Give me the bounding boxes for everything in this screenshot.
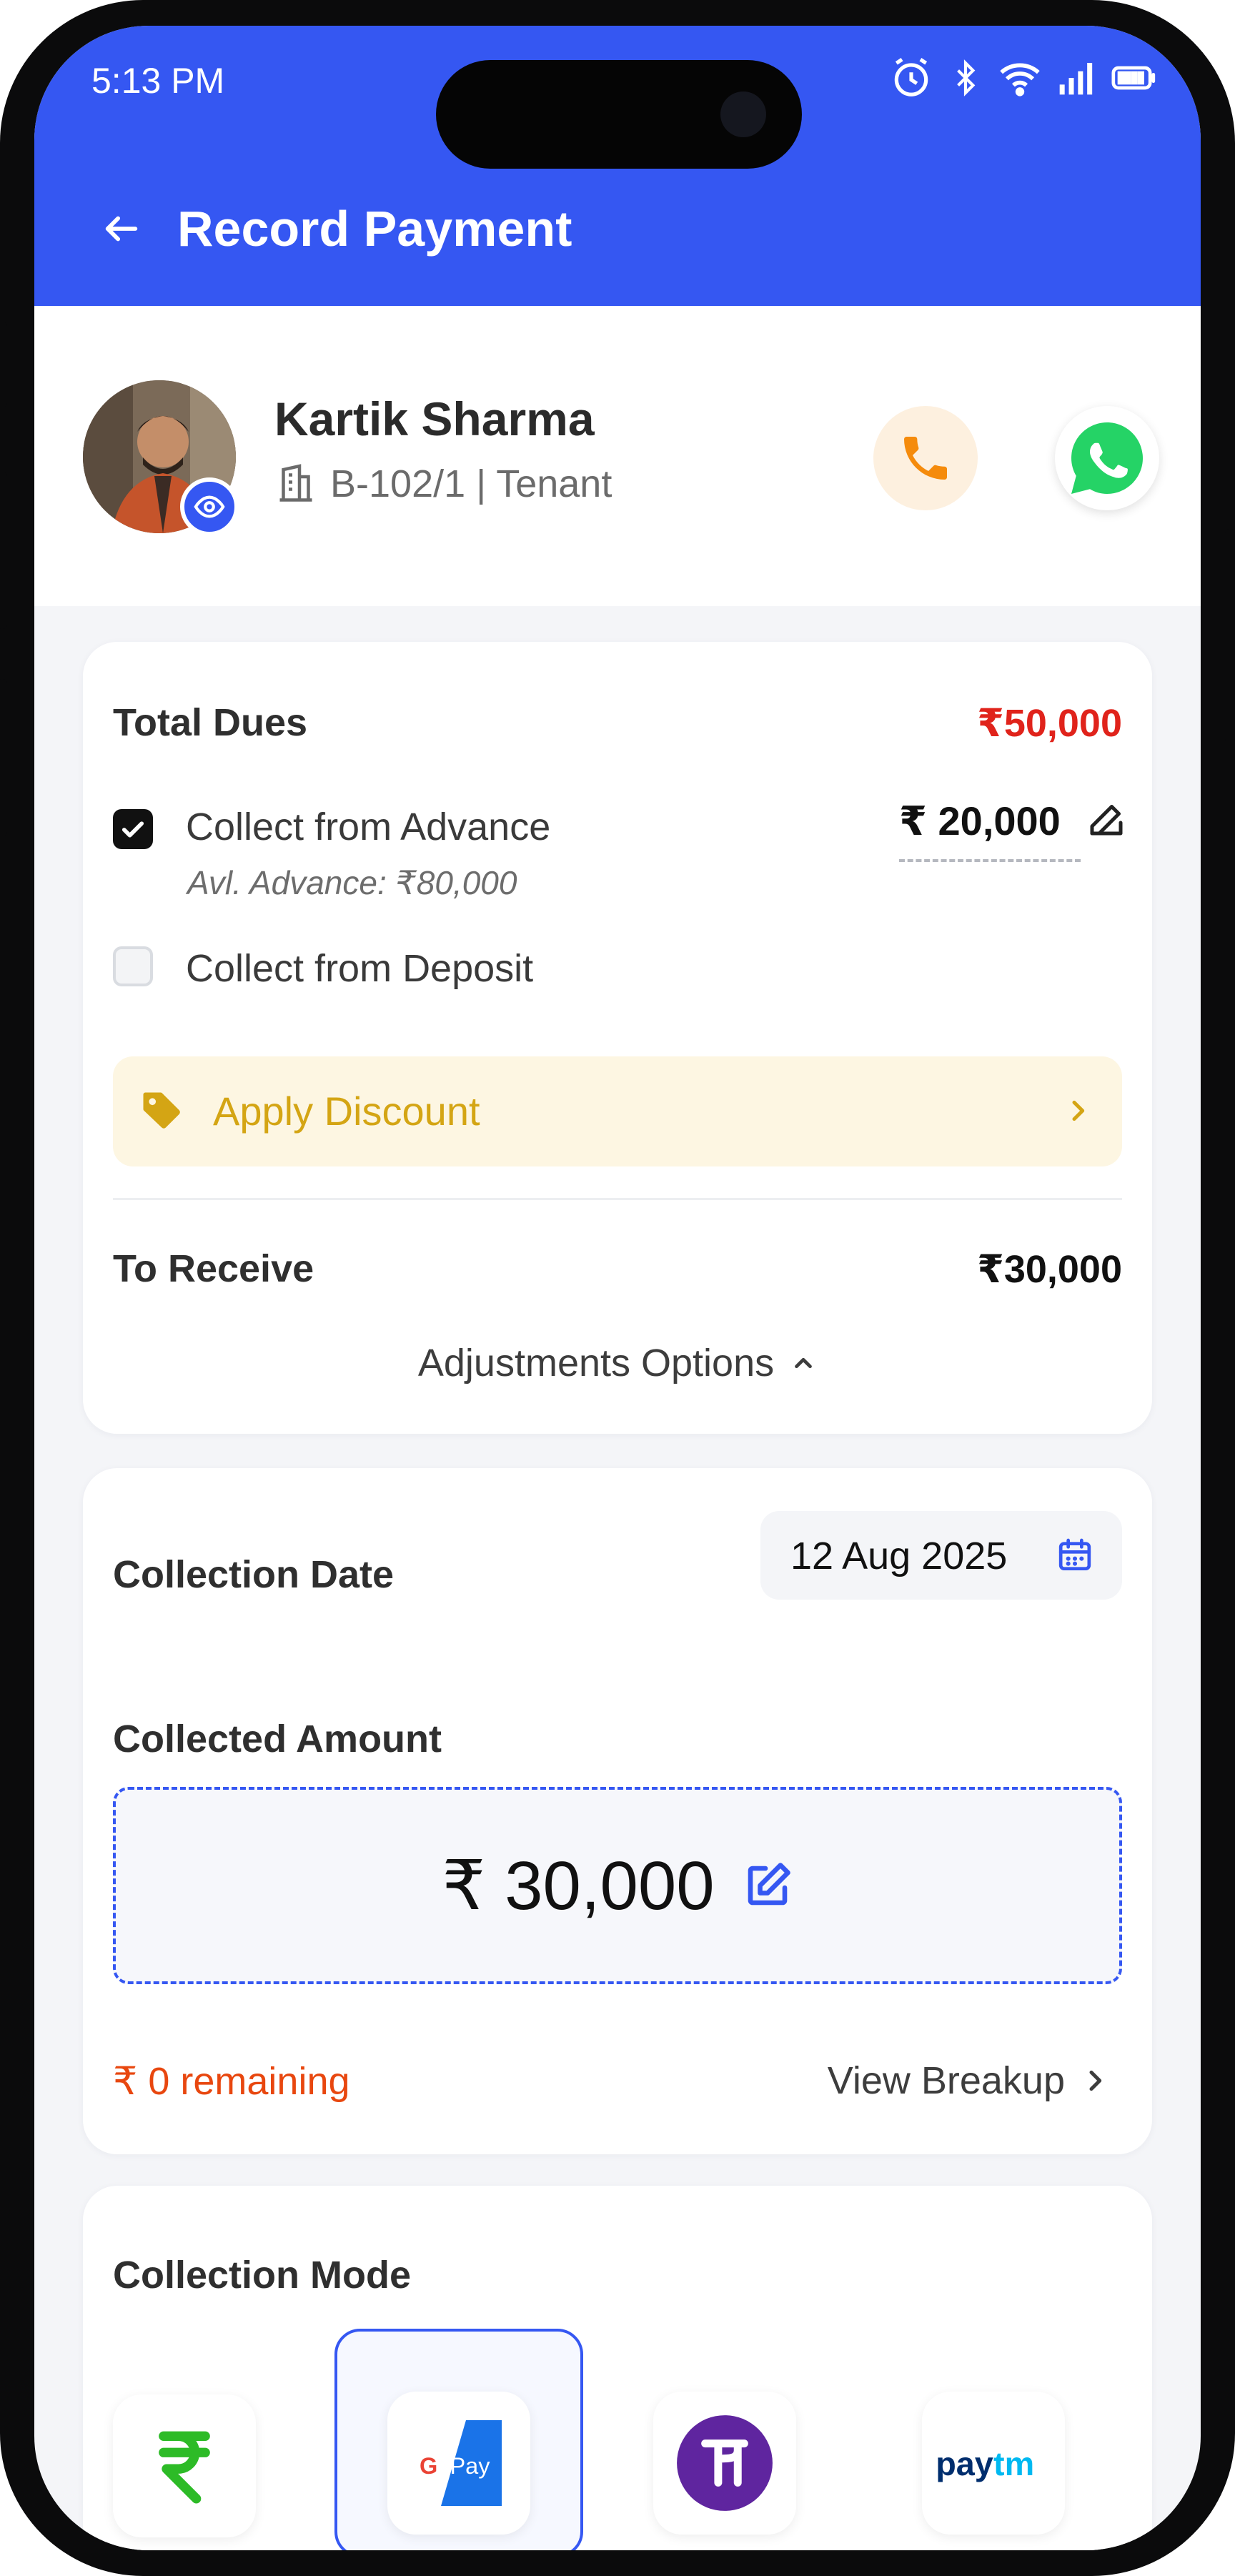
action-button bbox=[0, 322, 7, 407]
svg-text:Pay: Pay bbox=[450, 2453, 491, 2479]
advance-amount: ₹ 20,000 bbox=[899, 798, 1061, 843]
whatsapp-icon bbox=[1071, 422, 1143, 494]
phone-icon bbox=[904, 437, 947, 480]
edit-icon[interactable] bbox=[742, 1860, 793, 1911]
divider bbox=[113, 1198, 1122, 1200]
chevron-right-icon bbox=[1072, 1100, 1085, 1121]
apply-discount-button[interactable]: Apply Discount bbox=[113, 1056, 1122, 1166]
to-receive-label: To Receive bbox=[113, 1247, 314, 1290]
total-dues-value: ₹50,000 bbox=[977, 702, 1122, 745]
advance-checkbox[interactable] bbox=[113, 809, 153, 849]
signal-icon bbox=[1059, 63, 1093, 95]
wifi-icon bbox=[1000, 63, 1040, 96]
advance-label: Collect from Advance bbox=[186, 806, 551, 848]
total-dues-label: Total Dues bbox=[113, 701, 308, 744]
unit-label: B-102/1 | Tenant bbox=[330, 462, 612, 505]
tenant-profile: Kartik Sharma B-102/1 | Tenant bbox=[34, 306, 1201, 606]
view-breakup-link[interactable]: View Breakup bbox=[828, 2059, 1109, 2103]
tag-icon bbox=[143, 1092, 180, 1129]
unit-info: B-102/1 | Tenant bbox=[274, 462, 612, 506]
collection-card: Collection Date 12 Aug 2025 Collected Am… bbox=[83, 1468, 1152, 2154]
call-button[interactable] bbox=[873, 406, 978, 510]
dynamic-island bbox=[436, 60, 802, 169]
building-icon bbox=[279, 464, 312, 502]
screen: 5:13 PM Record Payment Kartik Sharma B-1… bbox=[34, 26, 1201, 2550]
camera-icon bbox=[720, 91, 766, 137]
whatsapp-button[interactable] bbox=[1055, 406, 1159, 510]
chevron-up-icon bbox=[795, 1357, 812, 1369]
paytm-icon: pay tm bbox=[936, 2445, 1034, 2482]
check-icon bbox=[121, 821, 144, 838]
collection-date-picker[interactable]: 12 Aug 2025 bbox=[760, 1511, 1122, 1600]
edit-icon[interactable] bbox=[1085, 798, 1128, 841]
collection-date-label: Collection Date bbox=[113, 1553, 395, 1596]
adjustments-options-toggle[interactable]: Adjustments Options bbox=[83, 1341, 1152, 1385]
mode-cash[interactable] bbox=[113, 2394, 256, 2537]
svg-text:pay: pay bbox=[936, 2445, 993, 2482]
advance-amount-underline bbox=[899, 859, 1081, 862]
mode-paytm[interactable]: pay tm bbox=[922, 2392, 1065, 2535]
rupee-icon bbox=[159, 2431, 210, 2504]
alarm-icon bbox=[894, 58, 928, 96]
volume-up-button bbox=[0, 472, 7, 629]
status-time: 5:13 PM bbox=[91, 61, 225, 101]
apply-discount-label: Apply Discount bbox=[213, 1089, 480, 1134]
dues-card: Total Dues ₹50,000 Collect from Advance … bbox=[83, 642, 1152, 1434]
collection-mode-card: Collection Mode G Pay pay tm bbox=[83, 2186, 1152, 2550]
arrow-left-icon bbox=[105, 216, 138, 242]
collection-mode-title: Collection Mode bbox=[113, 2254, 411, 2297]
mode-phonepe[interactable] bbox=[653, 2392, 796, 2535]
collected-amount-label: Collected Amount bbox=[113, 1718, 442, 1760]
page-title: Record Payment bbox=[177, 201, 572, 257]
adjustments-label: Adjustments Options bbox=[417, 1342, 775, 1384]
view-breakup-label: View Breakup bbox=[827, 2059, 1065, 2102]
tenant-name: Kartik Sharma bbox=[274, 392, 595, 445]
to-receive-value: ₹30,000 bbox=[977, 1248, 1122, 1291]
chevron-right-icon bbox=[1089, 2070, 1102, 2091]
status-icons bbox=[889, 56, 1158, 100]
back-button[interactable] bbox=[89, 196, 154, 262]
eye-icon bbox=[194, 495, 225, 518]
deposit-checkbox[interactable] bbox=[113, 946, 153, 986]
phone-frame: 5:13 PM Record Payment Kartik Sharma B-1… bbox=[0, 0, 1235, 2576]
collected-amount-field[interactable]: ₹ 30,000 bbox=[113, 1787, 1122, 1984]
svg-text:tm: tm bbox=[993, 2445, 1034, 2482]
advance-available: Avl. Advance: ₹80,000 bbox=[187, 864, 517, 901]
battery-icon bbox=[1111, 66, 1156, 90]
svg-text:G: G bbox=[420, 2453, 437, 2479]
deposit-label: Collect from Deposit bbox=[186, 947, 534, 990]
view-profile-button[interactable] bbox=[180, 477, 239, 536]
phonepe-icon bbox=[677, 2415, 773, 2511]
calendar-icon bbox=[1058, 1538, 1091, 1570]
power-button bbox=[1225, 529, 1235, 743]
collection-date-value: 12 Aug 2025 bbox=[790, 1535, 1008, 1577]
collected-amount-value: ₹ 30,000 bbox=[442, 1848, 715, 1924]
app-bar: 5:13 PM Record Payment bbox=[34, 26, 1201, 306]
volume-down-button bbox=[0, 679, 7, 836]
google-pay-icon: G Pay bbox=[420, 2420, 502, 2506]
mode-gpay[interactable]: G Pay bbox=[387, 2392, 530, 2535]
bluetooth-icon bbox=[957, 59, 976, 96]
advance-amount-field[interactable]: ₹ 20,000 bbox=[899, 789, 1128, 863]
remaining-amount: ₹ 0 remaining bbox=[113, 2060, 350, 2103]
